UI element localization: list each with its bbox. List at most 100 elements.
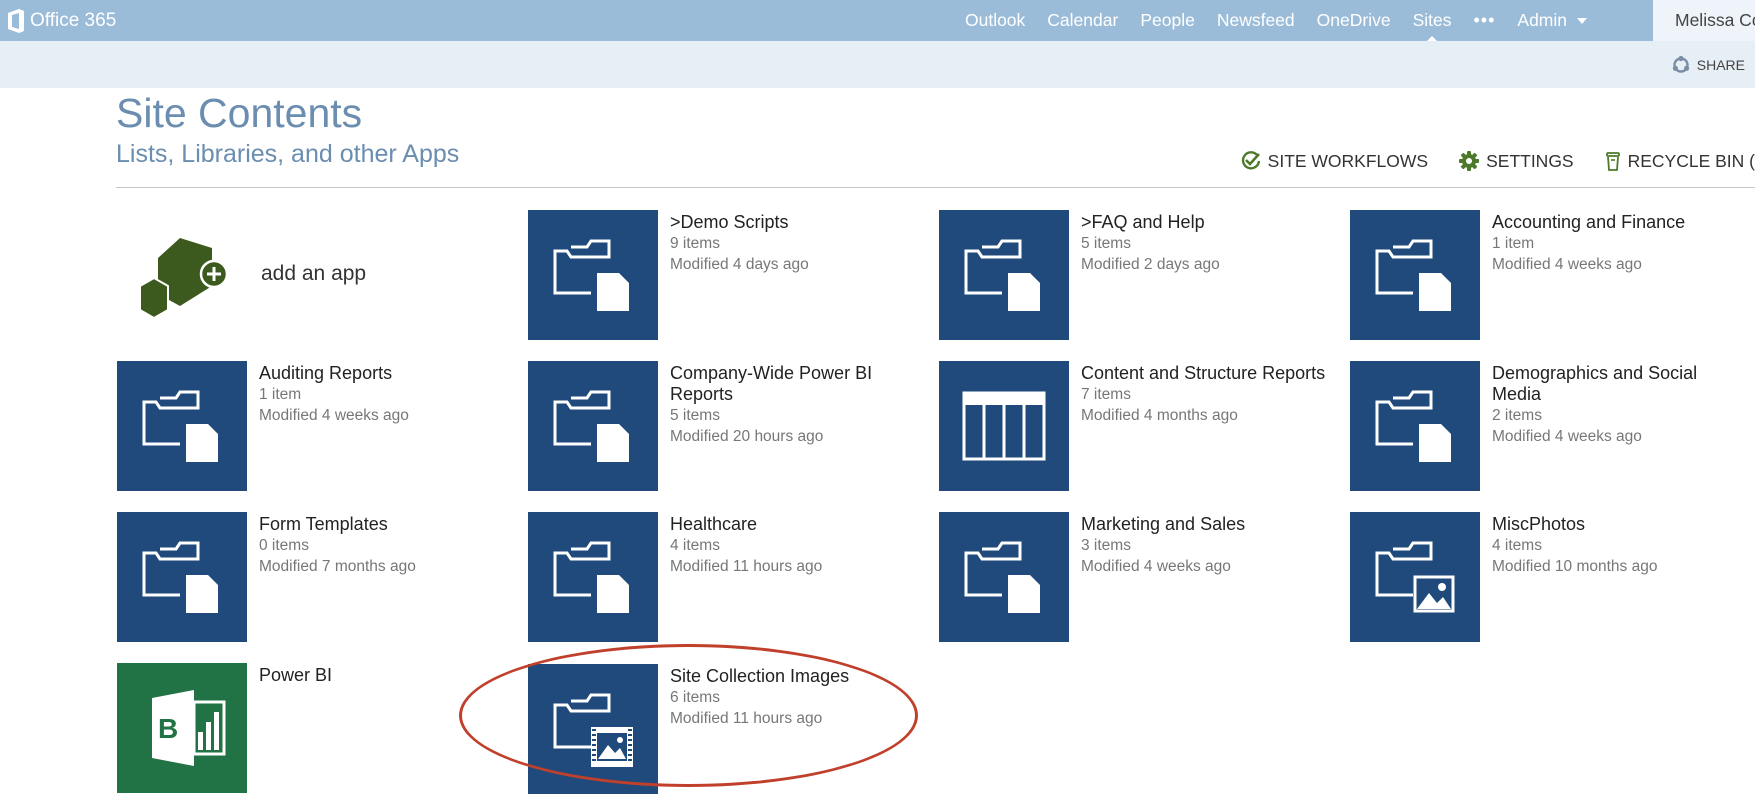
nav-admin[interactable]: Admin — [1517, 0, 1587, 41]
modified-date: Modified 11 hours ago — [670, 558, 823, 575]
share-icon — [1672, 55, 1689, 73]
page-subtitle: Lists, Libraries, and other Apps — [116, 140, 460, 168]
modified-date: Modified 4 months ago — [1081, 407, 1238, 424]
share-button[interactable]: SHARE — [1671, 41, 1745, 88]
list-item[interactable]: Company-Wide Power BI Reports 5 items Mo… — [528, 361, 928, 493]
list-name[interactable]: >Demo Scripts — [670, 212, 920, 233]
trash-icon — [1605, 152, 1620, 171]
settings-label: SETTINGS — [1486, 150, 1574, 171]
list-name[interactable]: Auditing Reports — [259, 363, 509, 384]
list-item[interactable]: >Demo Scripts 9 items Modified 4 days ag… — [528, 210, 928, 342]
site-workflows-button[interactable]: SITE WORKFLOWS — [1240, 150, 1428, 172]
item-count: 6 items — [670, 689, 720, 706]
list-name[interactable]: >FAQ and Help — [1081, 212, 1331, 233]
office365-logo[interactable]: Office 365 — [6, 0, 116, 41]
list-item[interactable]: B Power BI — [117, 663, 517, 795]
user-menu[interactable]: Melissa Co — [1653, 0, 1755, 41]
list-name[interactable]: Healthcare — [670, 514, 920, 535]
nav-newsfeed[interactable]: Newsfeed — [1217, 0, 1295, 41]
list-name[interactable]: Site Collection Images — [670, 666, 920, 687]
power-bi-icon: B — [117, 663, 247, 793]
list-item[interactable]: Demographics and Social Media 2 items Mo… — [1350, 361, 1750, 493]
nav-calendar[interactable]: Calendar — [1047, 0, 1118, 41]
folder-image-film-icon — [528, 664, 658, 794]
modified-date: Modified 4 weeks ago — [1492, 256, 1642, 273]
folder-picture-icon — [1350, 512, 1480, 642]
add-app-icon — [139, 238, 229, 320]
list-item[interactable]: Auditing Reports 1 item Modified 4 weeks… — [117, 361, 517, 493]
settings-button[interactable]: SETTINGS — [1458, 150, 1574, 172]
modified-date: Modified 4 weeks ago — [259, 407, 409, 424]
suite-bar: Office 365 Outlook Calendar People Newsf… — [0, 0, 1755, 41]
list-name[interactable]: MiscPhotos — [1492, 514, 1742, 535]
page-actions: SITE WORKFLOWS SETTINGS RECYCLE BIN ( — [1210, 150, 1755, 172]
item-count: 7 items — [1081, 386, 1131, 403]
chevron-down-icon — [1577, 18, 1587, 25]
add-an-app-label: add an app — [261, 262, 367, 285]
list-name[interactable]: Content and Structure Reports — [1081, 363, 1331, 384]
item-count: 5 items — [670, 407, 720, 424]
item-count: 2 items — [1492, 407, 1542, 424]
modified-date: Modified 11 hours ago — [670, 710, 823, 727]
folder-doc-icon — [528, 361, 658, 491]
nav-people[interactable]: People — [1140, 0, 1195, 41]
ribbon: SHARE — [0, 41, 1755, 88]
title-divider — [116, 187, 1755, 188]
list-item[interactable]: Content and Structure Reports 7 items Mo… — [939, 361, 1339, 493]
brand-label: Office 365 — [30, 9, 117, 31]
more-icon[interactable]: ••• — [1473, 10, 1495, 31]
list-name[interactable]: Accounting and Finance — [1492, 212, 1742, 233]
list-icon — [939, 361, 1069, 491]
list-item[interactable]: Site Collection Images 6 items Modified … — [528, 664, 928, 796]
folder-doc-icon — [1350, 210, 1480, 340]
item-count: 4 items — [670, 537, 720, 554]
check-circle-icon — [1241, 151, 1260, 170]
item-count: 1 item — [259, 386, 302, 403]
modified-date: Modified 4 days ago — [670, 256, 809, 273]
item-count: 1 item — [1492, 235, 1535, 252]
list-name[interactable]: Demographics and Social Media — [1492, 363, 1742, 405]
list-name[interactable]: Company-Wide Power BI Reports — [670, 363, 920, 405]
page-title: Site Contents — [116, 90, 363, 136]
folder-doc-icon — [1350, 361, 1480, 491]
modified-date: Modified 2 days ago — [1081, 256, 1220, 273]
item-count: 0 items — [259, 537, 309, 554]
modified-date: Modified 20 hours ago — [670, 428, 824, 445]
add-an-app-tile[interactable]: add an app — [116, 210, 496, 340]
list-item[interactable]: >FAQ and Help 5 items Modified 2 days ag… — [939, 210, 1339, 342]
folder-doc-icon — [117, 361, 247, 491]
gear-icon — [1459, 151, 1480, 171]
modified-date: Modified 7 months ago — [259, 558, 416, 575]
modified-date: Modified 4 weeks ago — [1081, 558, 1231, 575]
list-item[interactable]: Form Templates 0 items Modified 7 months… — [117, 512, 517, 644]
item-count: 3 items — [1081, 537, 1131, 554]
folder-doc-icon — [939, 512, 1069, 642]
recycle-bin-label: RECYCLE BIN ( — [1627, 150, 1755, 171]
list-name[interactable]: Power BI — [259, 665, 509, 686]
nav-onedrive[interactable]: OneDrive — [1317, 0, 1391, 41]
list-item[interactable]: Accounting and Finance 1 item Modified 4… — [1350, 210, 1750, 342]
recycle-bin-button[interactable]: RECYCLE BIN ( — [1604, 150, 1755, 172]
folder-doc-icon — [117, 512, 247, 642]
admin-label: Admin — [1517, 10, 1567, 30]
item-count: 5 items — [1081, 235, 1131, 252]
share-label: SHARE — [1696, 56, 1745, 73]
user-name: Melissa Co — [1675, 10, 1755, 30]
list-item[interactable]: Marketing and Sales 3 items Modified 4 w… — [939, 512, 1339, 644]
item-count: 4 items — [1492, 537, 1542, 554]
item-count: 9 items — [670, 235, 720, 252]
site-workflows-label: SITE WORKFLOWS — [1267, 150, 1429, 171]
list-name[interactable]: Form Templates — [259, 514, 509, 535]
nav-outlook[interactable]: Outlook — [965, 0, 1025, 41]
list-name[interactable]: Marketing and Sales — [1081, 514, 1331, 535]
office-icon — [8, 8, 24, 33]
list-item[interactable]: Healthcare 4 items Modified 11 hours ago — [528, 512, 928, 644]
folder-doc-icon — [528, 210, 658, 340]
modified-date: Modified 10 months ago — [1492, 558, 1658, 575]
list-item[interactable]: MiscPhotos 4 items Modified 10 months ag… — [1350, 512, 1750, 644]
suite-nav: Outlook Calendar People Newsfeed OneDriv… — [943, 0, 1587, 41]
modified-date: Modified 4 weeks ago — [1492, 428, 1642, 445]
svg-text:B: B — [158, 713, 178, 744]
folder-doc-icon — [939, 210, 1069, 340]
nav-sites[interactable]: Sites — [1413, 0, 1451, 41]
